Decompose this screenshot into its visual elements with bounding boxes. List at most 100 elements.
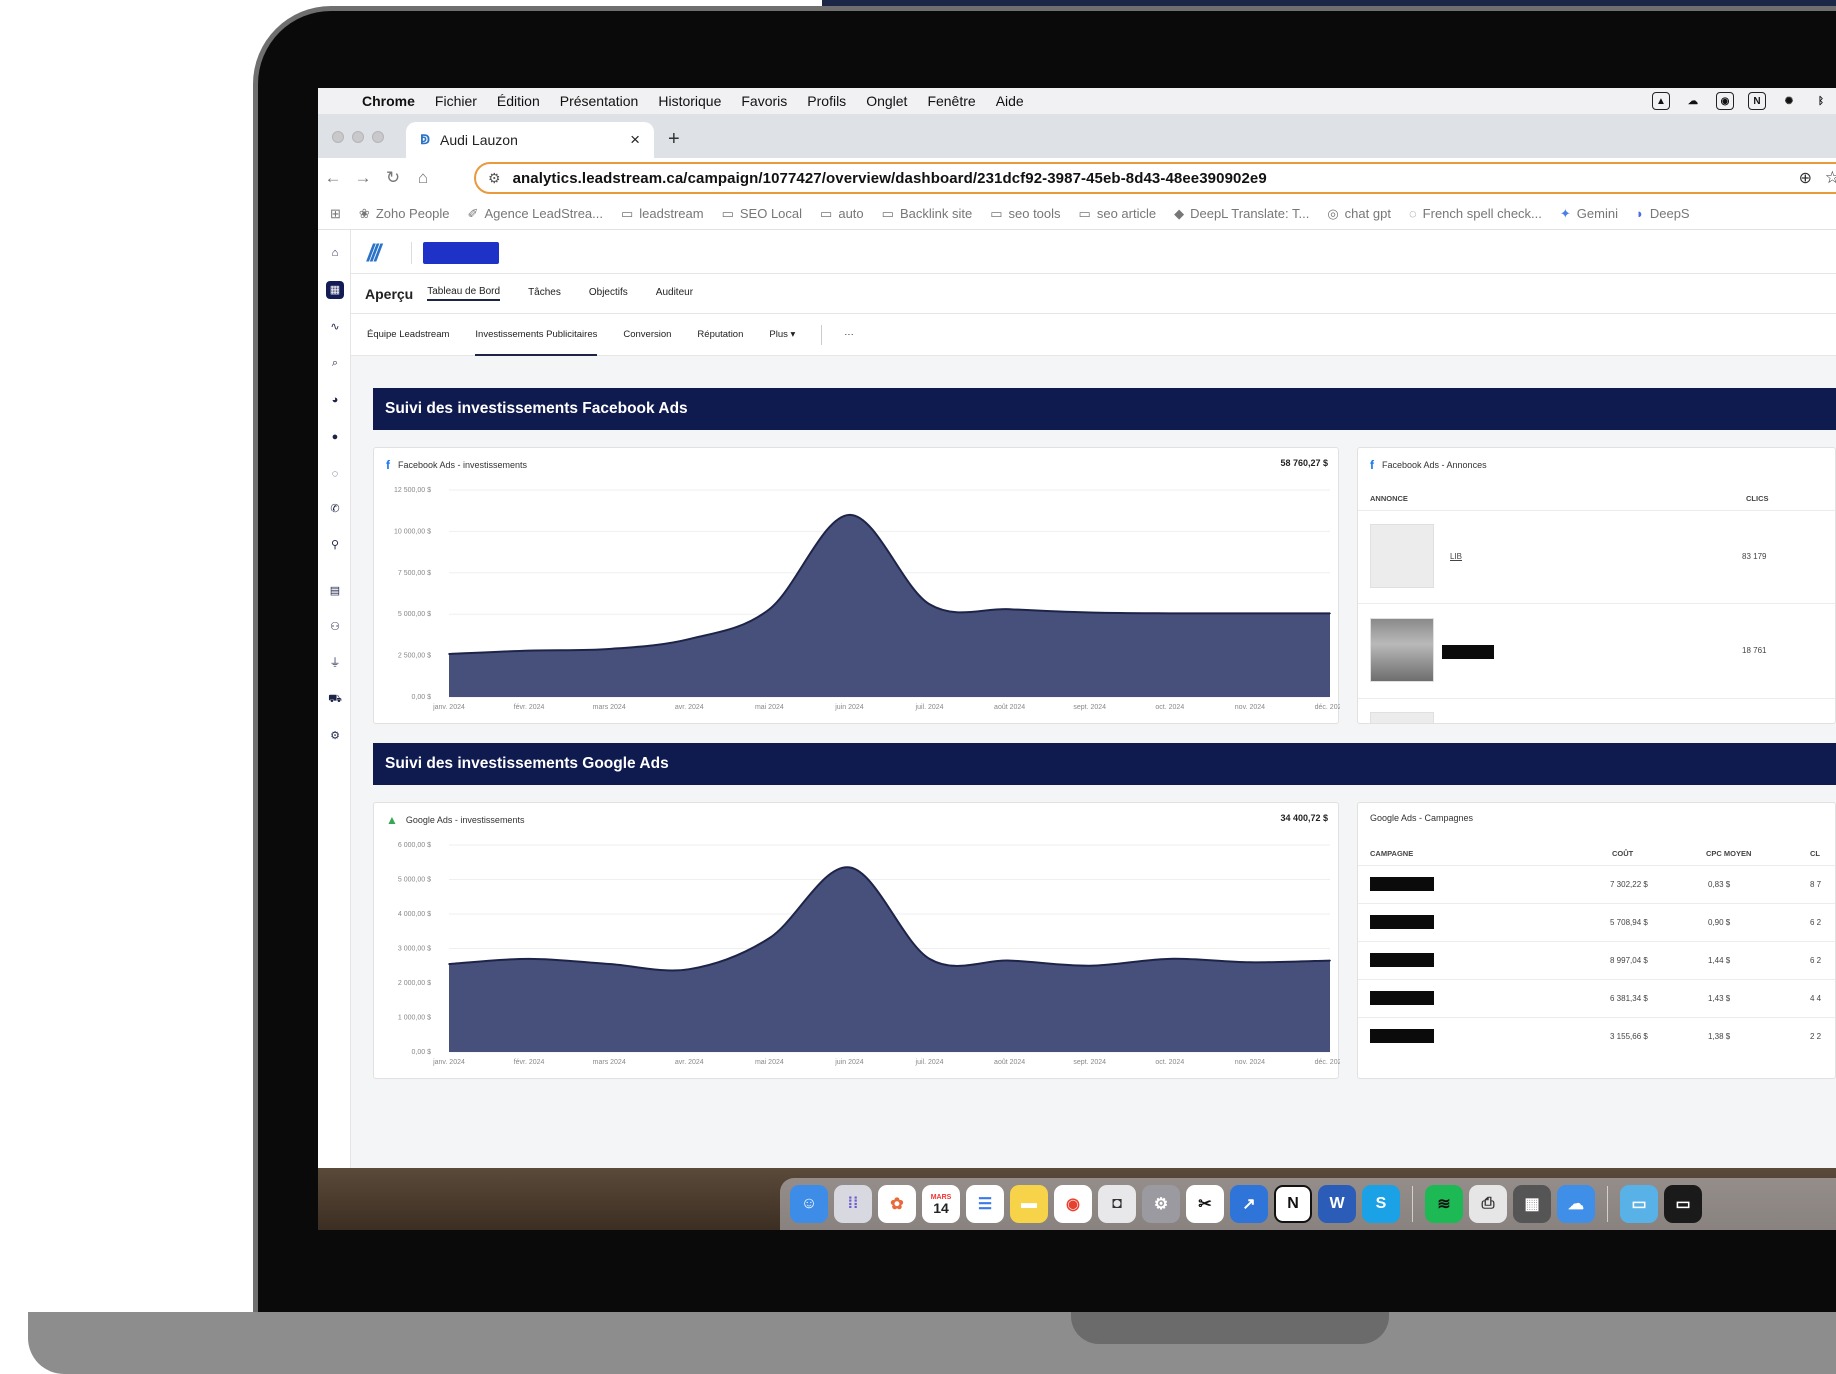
subtab-conversion[interactable]: Conversion xyxy=(623,314,671,356)
data-point[interactable] xyxy=(848,514,851,516)
zoom-icon[interactable]: ⊕ xyxy=(1799,168,1812,188)
notion-icon[interactable]: N xyxy=(1274,1185,1312,1223)
spotify-icon[interactable]: ≋ xyxy=(1425,1185,1463,1223)
bookmark-chatgpt[interactable]: ◎ chat gpt xyxy=(1327,206,1391,222)
home-nav-icon[interactable]: ⌂ xyxy=(326,244,344,262)
ad-thumbnail-placeholder[interactable] xyxy=(1370,524,1434,588)
bookmark-auto[interactable]: ▭ auto xyxy=(820,206,864,222)
car-nav-icon[interactable]: ⛟ xyxy=(326,690,344,708)
data-point[interactable] xyxy=(928,958,931,960)
plug-nav-icon[interactable]: ⏚ xyxy=(326,654,344,672)
document-nav-icon[interactable]: ▤ xyxy=(326,582,344,600)
chrome-icon[interactable]: ◉ xyxy=(1054,1185,1092,1223)
launchpad-icon[interactable]: ⁞⁞ xyxy=(834,1185,872,1223)
browser-tab[interactable]: ↁ Audi Lauzon × xyxy=(406,122,654,158)
tray-bluetooth-icon[interactable]: ᛒ xyxy=(1812,92,1830,110)
data-point[interactable] xyxy=(1169,958,1171,960)
tab-tableau-de-bord[interactable]: Tableau de Bord xyxy=(427,286,501,301)
subtab-equipe[interactable]: Équipe Leadstream xyxy=(367,314,449,356)
ad-thumbnail-car[interactable] xyxy=(1370,618,1434,682)
site-settings-icon[interactable]: ⚙ xyxy=(488,170,501,187)
data-point[interactable] xyxy=(608,648,610,650)
bookmark-deepl[interactable]: ◆ DeepL Translate: T... xyxy=(1174,206,1309,222)
window-minimize-button[interactable] xyxy=(352,131,364,143)
calculator-icon[interactable]: ▦ xyxy=(1513,1185,1551,1223)
bookmark-gemini[interactable]: ✦ Gemini xyxy=(1560,206,1618,222)
data-point[interactable] xyxy=(1329,612,1331,615)
data-point[interactable] xyxy=(1008,608,1011,611)
menu-historique[interactable]: Historique xyxy=(648,93,731,109)
data-point[interactable] xyxy=(768,937,771,939)
chat-nav-icon[interactable]: ● xyxy=(326,428,344,446)
data-point[interactable] xyxy=(688,968,691,970)
subtab-investissements[interactable]: Investissements Publicitaires xyxy=(475,314,598,356)
menu-favoris[interactable]: Favoris xyxy=(731,93,797,109)
bookmark-seo-article[interactable]: ▭ seo article xyxy=(1079,206,1157,222)
bookmark-seo-local[interactable]: ▭ SEO Local xyxy=(722,206,802,222)
ad-name-link[interactable]: LIB xyxy=(1450,552,1462,561)
calendar-icon[interactable]: MARS 14 xyxy=(922,1185,960,1223)
notes-icon[interactable]: ▬ xyxy=(1010,1185,1048,1223)
data-point[interactable] xyxy=(528,958,530,960)
menu-profils[interactable]: Profils xyxy=(797,93,856,109)
screenshot-icon[interactable]: ◘ xyxy=(1098,1185,1136,1223)
tab-close-icon[interactable]: × xyxy=(630,130,640,150)
tab-auditeur[interactable]: Auditeur xyxy=(656,287,693,300)
skype-icon[interactable]: S xyxy=(1362,1185,1400,1223)
bookmark-zoho[interactable]: ❀ Zoho People xyxy=(359,206,450,222)
tray-bug-icon[interactable]: ✺ xyxy=(1780,92,1798,110)
data-point[interactable] xyxy=(1169,612,1171,615)
data-point[interactable] xyxy=(688,638,691,640)
data-point[interactable] xyxy=(928,603,931,606)
home-icon[interactable]: ⌂ xyxy=(408,168,438,188)
tray-notion-icon[interactable]: N xyxy=(1748,92,1766,110)
data-point[interactable] xyxy=(768,608,771,611)
data-point[interactable] xyxy=(1249,612,1251,615)
forward-icon[interactable]: → xyxy=(348,168,378,188)
location-nav-icon[interactable]: ⚲ xyxy=(326,536,344,554)
tray-cloud-icon[interactable]: ☁ xyxy=(1684,92,1702,110)
menu-fenetre[interactable]: Fenêtre xyxy=(917,93,985,109)
data-point[interactable] xyxy=(448,653,450,655)
search-nav-icon[interactable]: ⌕ xyxy=(326,354,344,372)
tab-objectifs[interactable]: Objectifs xyxy=(589,287,628,300)
client-logo[interactable] xyxy=(423,242,499,264)
phone-nav-icon[interactable]: ✆ xyxy=(326,500,344,518)
screens-icon[interactable]: ▭ xyxy=(1664,1185,1702,1223)
data-point[interactable] xyxy=(1088,964,1091,967)
activity-nav-icon[interactable]: ∿ xyxy=(326,318,344,336)
data-point[interactable] xyxy=(608,963,610,965)
bookmark-deepseek[interactable]: ◗ DeepS xyxy=(1636,206,1690,221)
bookmark-backlink[interactable]: ▭ Backlink site xyxy=(882,206,973,222)
dashboard-nav-icon[interactable]: ▦ xyxy=(326,281,344,299)
tray-screenshot-icon[interactable]: ◉ xyxy=(1716,92,1734,110)
leadstream-dock-icon[interactable]: ↗ xyxy=(1230,1185,1268,1223)
menu-aide[interactable]: Aide xyxy=(986,93,1034,109)
bookmark-star-icon[interactable]: ☆ xyxy=(1825,168,1836,188)
data-point[interactable] xyxy=(1329,959,1331,962)
leadstream-logo-icon[interactable]: /// xyxy=(367,240,381,268)
settings-nav-icon[interactable]: ⚙ xyxy=(326,727,344,745)
area-series[interactable] xyxy=(449,514,1330,697)
menu-chrome[interactable]: Chrome xyxy=(352,93,425,109)
new-tab-icon[interactable]: + xyxy=(668,128,680,151)
message-nav-icon[interactable]: ◌ xyxy=(326,465,344,483)
folder-icon[interactable]: ▭ xyxy=(1620,1185,1658,1223)
ad-thumbnail-partial[interactable] xyxy=(1370,712,1434,723)
subtab-plus[interactable]: Plus ▾ xyxy=(769,314,795,356)
back-icon[interactable]: ← xyxy=(318,168,348,188)
more-options-icon[interactable]: ··· xyxy=(844,314,854,356)
finder-icon[interactable]: ☺ xyxy=(790,1185,828,1223)
reminders-icon[interactable]: ☰ xyxy=(966,1185,1004,1223)
menu-fichier[interactable]: Fichier xyxy=(425,93,487,109)
window-close-button[interactable] xyxy=(332,131,344,143)
printer-icon[interactable]: ⎙ xyxy=(1469,1185,1507,1223)
bookmark-agence[interactable]: ✐ Agence LeadStrea... xyxy=(468,206,603,222)
data-point[interactable] xyxy=(1088,611,1091,614)
reload-icon[interactable]: ↻ xyxy=(378,168,408,188)
word-icon[interactable]: W xyxy=(1318,1185,1356,1223)
menu-edition[interactable]: Édition xyxy=(487,93,550,109)
address-bar[interactable]: ⚙ analytics.leadstream.ca/campaign/10774… xyxy=(474,162,1836,194)
apps-grid-icon[interactable]: ⊞ xyxy=(330,206,341,222)
data-point[interactable] xyxy=(528,649,530,652)
